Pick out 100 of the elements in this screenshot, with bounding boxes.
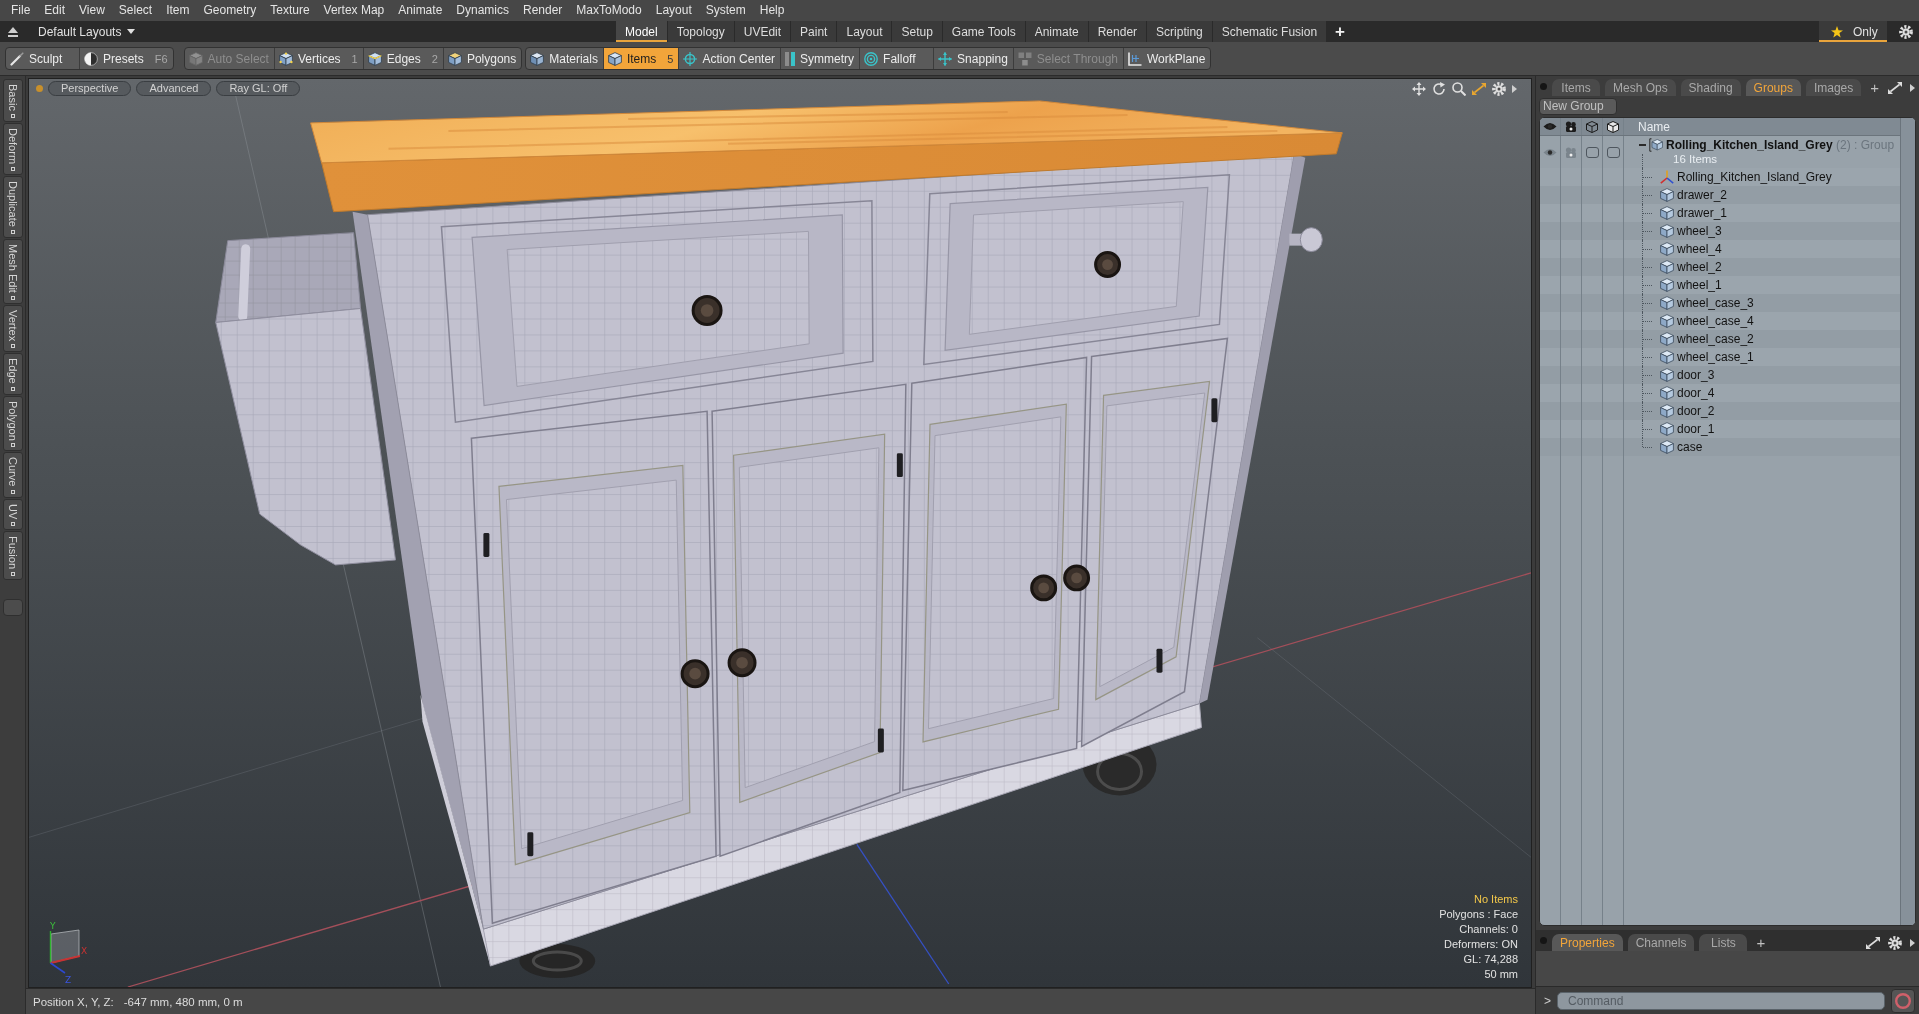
menu-item[interactable]: Item <box>159 1 197 20</box>
symmetry-icon <box>785 51 796 66</box>
tool-button[interactable]: Action Center <box>679 48 782 69</box>
layout-tab[interactable]: Layout <box>837 21 892 42</box>
eye-icon[interactable] <box>1543 122 1557 131</box>
eye-icon[interactable] <box>1543 147 1557 157</box>
panel-tab[interactable]: Images <box>1805 79 1862 96</box>
panel-tab[interactable]: Lists <box>1699 934 1748 951</box>
tree-item[interactable]: wheel_case_3 <box>1540 294 1900 312</box>
menu-item[interactable]: Layout <box>648 1 699 20</box>
side-tab[interactable]: Mesh Edit <box>2 238 23 304</box>
panel-tab[interactable]: Channels <box>1627 934 1695 951</box>
menu-item[interactable]: File <box>4 1 38 20</box>
triangle-right-icon[interactable] <box>1910 83 1915 92</box>
layout-tab[interactable]: Paint <box>791 21 837 42</box>
new-group-button[interactable]: New Group <box>1539 97 1617 115</box>
settings-icon[interactable] <box>1888 935 1902 950</box>
side-tab[interactable]: Edge <box>2 352 23 395</box>
viewport-menu-button[interactable]: Perspective <box>48 81 132 96</box>
menu-item[interactable]: View <box>72 1 112 20</box>
toggle-box[interactable] <box>1585 146 1599 158</box>
side-tab[interactable]: Duplicate <box>2 175 23 238</box>
side-tab[interactable]: Curve <box>2 452 23 498</box>
tree-item[interactable]: drawer_2 <box>1540 186 1900 204</box>
side-tab[interactable]: Polygon <box>2 395 23 452</box>
side-tab[interactable]: Basic <box>2 79 23 122</box>
menu-item[interactable]: Vertex Map <box>316 1 392 20</box>
side-tab[interactable]: UV <box>2 498 23 531</box>
layout-tab[interactable]: Setup <box>892 21 942 42</box>
dot-icon[interactable] <box>1540 937 1547 944</box>
camera-icon[interactable] <box>1565 121 1577 132</box>
add-tab-button[interactable]: + <box>1752 934 1770 951</box>
search-icon[interactable] <box>1452 81 1466 96</box>
tree-item[interactable]: wheel_3 <box>1540 222 1900 240</box>
tool-button[interactable]: Materials <box>526 48 604 69</box>
layout-dropdown[interactable]: Default Layouts <box>38 24 136 39</box>
side-tab[interactable]: Fusion <box>2 531 23 581</box>
only-toggle[interactable]: Only <box>1819 21 1887 42</box>
menu-item[interactable]: Edit <box>37 1 73 20</box>
menu-item[interactable]: Dynamics <box>449 1 516 20</box>
rotate-icon[interactable] <box>1432 81 1446 96</box>
maximize-icon[interactable] <box>1888 81 1902 94</box>
tool-button[interactable]: WorkPlane <box>1124 48 1211 69</box>
up-arrow-icon[interactable] <box>8 26 18 37</box>
layout-tab[interactable]: Topology <box>667 21 734 42</box>
triangle-right-icon[interactable] <box>1512 84 1517 93</box>
command-field[interactable]: Command <box>1557 991 1885 1010</box>
maximize-icon[interactable] <box>1866 936 1880 949</box>
tool-button[interactable]: Sculpt <box>6 48 80 69</box>
dot-icon[interactable] <box>36 85 43 92</box>
menu-item[interactable]: Animate <box>391 1 450 20</box>
layout-tab[interactable]: Scripting <box>1147 21 1212 42</box>
cube-outline-icon[interactable] <box>1607 120 1619 133</box>
layout-tab[interactable]: UVEdit <box>734 21 791 42</box>
tool-button[interactable]: Edges 2 <box>363 48 444 69</box>
tree-item[interactable]: wheel_2 <box>1540 258 1900 276</box>
menu-item[interactable]: Help <box>752 1 792 20</box>
square-marker-icon <box>10 489 15 494</box>
tree-item[interactable]: door_3 <box>1540 366 1900 384</box>
cube-icon <box>188 51 203 66</box>
panel-tab[interactable]: Mesh Ops <box>1605 79 1676 96</box>
tree-item[interactable]: case <box>1540 438 1900 456</box>
settings-icon[interactable] <box>1899 24 1913 39</box>
side-tab[interactable]: Deform <box>2 122 23 175</box>
layout-tab[interactable]: Render <box>1088 21 1147 42</box>
menu-item[interactable]: Select <box>111 1 160 20</box>
menu-item[interactable]: Render <box>516 1 570 20</box>
tool-button[interactable]: Symmetry <box>781 48 861 69</box>
layout-tab[interactable]: Animate <box>1025 21 1088 42</box>
tool-button[interactable]: Snapping <box>934 48 1014 69</box>
add-tab-button[interactable]: + <box>1327 21 1354 42</box>
menu-item[interactable]: System <box>698 1 753 20</box>
layout-tab[interactable]: Game Tools <box>942 21 1025 42</box>
tool-button[interactable]: Falloff <box>860 48 935 69</box>
tool-button[interactable]: Polygons <box>443 48 522 69</box>
tool-button[interactable]: Presets F6 <box>80 48 173 69</box>
viewport-menu-button[interactable]: Advanced <box>136 81 212 96</box>
side-tab[interactable]: Vertex <box>2 304 23 352</box>
triangle-right-icon[interactable] <box>1910 938 1915 947</box>
toggle-box[interactable] <box>1606 146 1620 158</box>
tool-button[interactable]: Vertices 1 <box>274 48 364 69</box>
tree-item[interactable]: door_2 <box>1540 402 1900 420</box>
menu-item[interactable]: Texture <box>263 1 317 20</box>
panel-tab[interactable]: Shading <box>1680 79 1741 96</box>
add-tab-button[interactable]: + <box>1866 79 1883 96</box>
menu-item[interactable]: MaxToModo <box>569 1 649 20</box>
menu-item[interactable]: Geometry <box>196 1 264 20</box>
viewport-menu-button[interactable]: Ray GL: Off <box>216 81 301 96</box>
layout-tab[interactable]: Schematic Fusion <box>1212 21 1327 42</box>
dot-icon[interactable] <box>1540 83 1547 90</box>
record-button[interactable] <box>1891 988 1915 1013</box>
cubes-icon <box>1017 51 1032 66</box>
panel-tab[interactable]: Groups <box>1745 79 1801 96</box>
scrollbar-track[interactable] <box>1900 118 1915 925</box>
panel-tab[interactable]: Properties <box>1552 934 1623 951</box>
panel-tab[interactable]: Items <box>1552 79 1600 96</box>
move-icon[interactable] <box>1412 81 1426 96</box>
tree-item[interactable]: wheel_case_2 <box>1540 330 1900 348</box>
layout-tab[interactable]: Model <box>616 21 667 42</box>
tool-button[interactable]: Items 5 <box>603 48 680 69</box>
